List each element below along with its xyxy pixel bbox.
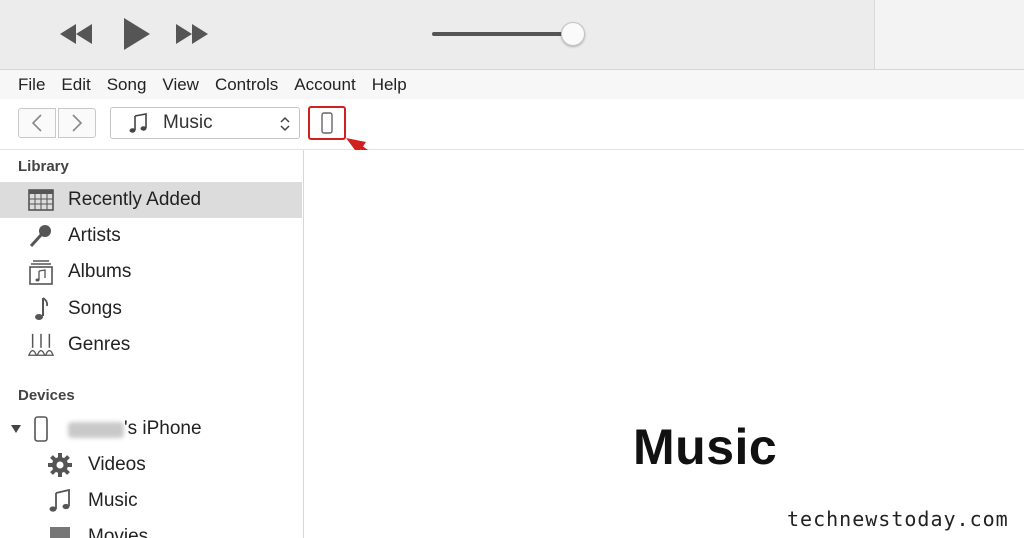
sidebar-device-item-movies[interactable]: Movies [0, 519, 302, 538]
volume-slider-knob[interactable] [561, 22, 585, 46]
media-kind-value: Music [163, 112, 213, 133]
watermark: technewstoday.com [787, 507, 1009, 531]
redacted-device-owner [68, 422, 124, 438]
rewind-icon [60, 24, 92, 44]
music-note-icon [28, 296, 54, 322]
status-display-area [874, 0, 1024, 69]
play-button[interactable] [116, 14, 156, 54]
sidebar-item-label: Artists [68, 225, 121, 246]
sidebar-item-artists[interactable]: Artists [0, 218, 302, 254]
menu-song[interactable]: Song [99, 70, 155, 99]
main-content: Music [304, 150, 1024, 538]
guitars-icon [28, 332, 54, 358]
menu-view[interactable]: View [154, 70, 207, 99]
sidebar-item-label: Music [88, 490, 138, 511]
sidebar-item-albums[interactable]: Albums [0, 254, 302, 290]
devices-heading: Devices [18, 387, 75, 404]
sidebar: Library Recently Added Artists Albums So… [0, 150, 304, 538]
disclosure-triangle-icon[interactable] [11, 425, 21, 433]
rewind-button[interactable] [56, 14, 98, 54]
page-title: Music [633, 419, 778, 475]
microphone-icon [28, 223, 54, 249]
sidebar-item-label: Genres [68, 334, 131, 355]
calendar-grid-icon [28, 187, 54, 213]
library-heading: Library [18, 158, 69, 175]
gear-icon [47, 452, 73, 478]
menu-bar: File Edit Song View Controls Account Hel… [0, 70, 1024, 99]
album-icon [28, 259, 54, 285]
player-bar [0, 0, 1024, 70]
sidebar-item-label: Albums [68, 261, 132, 282]
sidebar-device-iphone[interactable]: 's iPhone [0, 411, 302, 447]
music-note-icon [129, 113, 147, 133]
sidebar-item-recently-added[interactable]: Recently Added [0, 182, 302, 218]
sidebar-item-label: Songs [68, 298, 122, 319]
chevron-right-icon [72, 114, 83, 132]
sidebar-item-genres[interactable]: Genres [0, 327, 302, 363]
play-icon [124, 18, 150, 50]
sidebar-device-item-music[interactable]: Music [0, 483, 302, 519]
menu-help[interactable]: Help [364, 70, 415, 99]
sidebar-device-item-videos[interactable]: Videos [0, 447, 302, 483]
fast-forward-button[interactable] [170, 14, 212, 54]
sidebar-item-label: Movies [88, 526, 149, 538]
film-icon [47, 524, 73, 538]
volume-slider-track[interactable] [432, 32, 572, 36]
menu-edit[interactable]: Edit [53, 70, 98, 99]
menu-file[interactable]: File [10, 70, 53, 99]
back-button[interactable] [18, 108, 56, 138]
sidebar-item-songs[interactable]: Songs [0, 291, 302, 327]
chevron-updown-icon [280, 116, 290, 132]
sidebar-item-label: Recently Added [68, 189, 202, 210]
toolbar: Music [0, 99, 1024, 150]
device-name-label: 's iPhone [124, 418, 202, 439]
forward-button[interactable] [58, 108, 96, 138]
sidebar-item-label: Videos [88, 454, 146, 475]
media-kind-select[interactable]: Music [110, 107, 300, 139]
menu-controls[interactable]: Controls [207, 70, 286, 99]
music-note-icon [47, 488, 73, 514]
chevron-left-icon [31, 114, 42, 132]
iphone-icon [28, 416, 54, 442]
fast-forward-icon [176, 24, 208, 44]
menu-account[interactable]: Account [286, 70, 363, 99]
